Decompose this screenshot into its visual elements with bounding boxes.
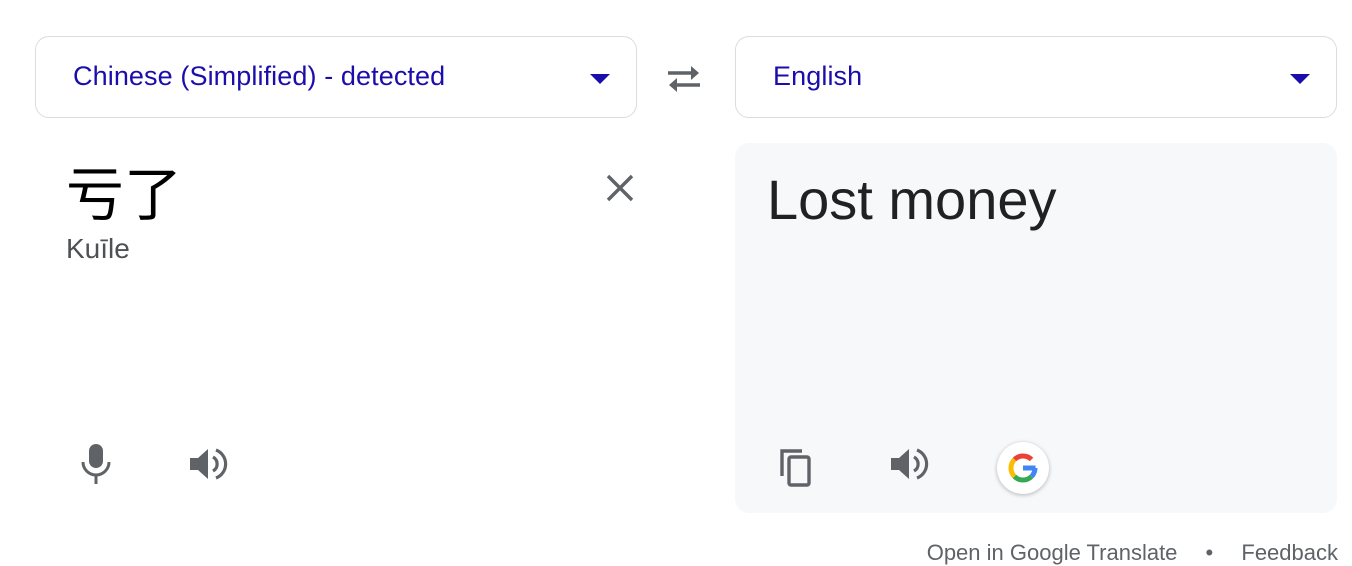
close-icon bbox=[606, 174, 634, 202]
microphone-icon bbox=[81, 444, 111, 484]
swap-languages-icon bbox=[668, 66, 700, 92]
translation-text: Lost money bbox=[767, 168, 1057, 231]
google-logo-icon bbox=[1008, 453, 1038, 483]
source-language-label: Chinese (Simplified) - detected bbox=[73, 61, 446, 91]
chevron-down-icon bbox=[1290, 74, 1310, 84]
copy-button[interactable] bbox=[771, 443, 819, 491]
translation-panel: Lost money bbox=[735, 143, 1337, 513]
clear-text-button[interactable] bbox=[600, 168, 640, 208]
listen-source-button[interactable] bbox=[184, 440, 232, 488]
feedback-link[interactable]: Feedback bbox=[1241, 540, 1338, 566]
copy-icon bbox=[780, 449, 811, 487]
speaker-icon bbox=[891, 448, 929, 480]
google-search-button[interactable] bbox=[997, 442, 1049, 494]
source-text[interactable]: 亏了 bbox=[66, 162, 182, 228]
listen-translation-button[interactable] bbox=[885, 440, 933, 488]
target-language-label: English bbox=[773, 61, 863, 91]
source-language-select[interactable]: Chinese (Simplified) - detected bbox=[35, 36, 637, 118]
source-romanization: Kuīle bbox=[66, 233, 130, 264]
speaker-icon bbox=[190, 448, 228, 480]
footer-separator: • bbox=[1205, 540, 1214, 565]
chevron-down-icon bbox=[590, 74, 610, 84]
footer-links: Open in Google Translate • Feedback bbox=[927, 540, 1338, 566]
open-in-google-translate-link[interactable]: Open in Google Translate bbox=[927, 540, 1178, 566]
swap-languages-button[interactable] bbox=[664, 60, 704, 96]
target-language-select[interactable]: English bbox=[735, 36, 1337, 118]
microphone-button[interactable] bbox=[72, 440, 120, 488]
